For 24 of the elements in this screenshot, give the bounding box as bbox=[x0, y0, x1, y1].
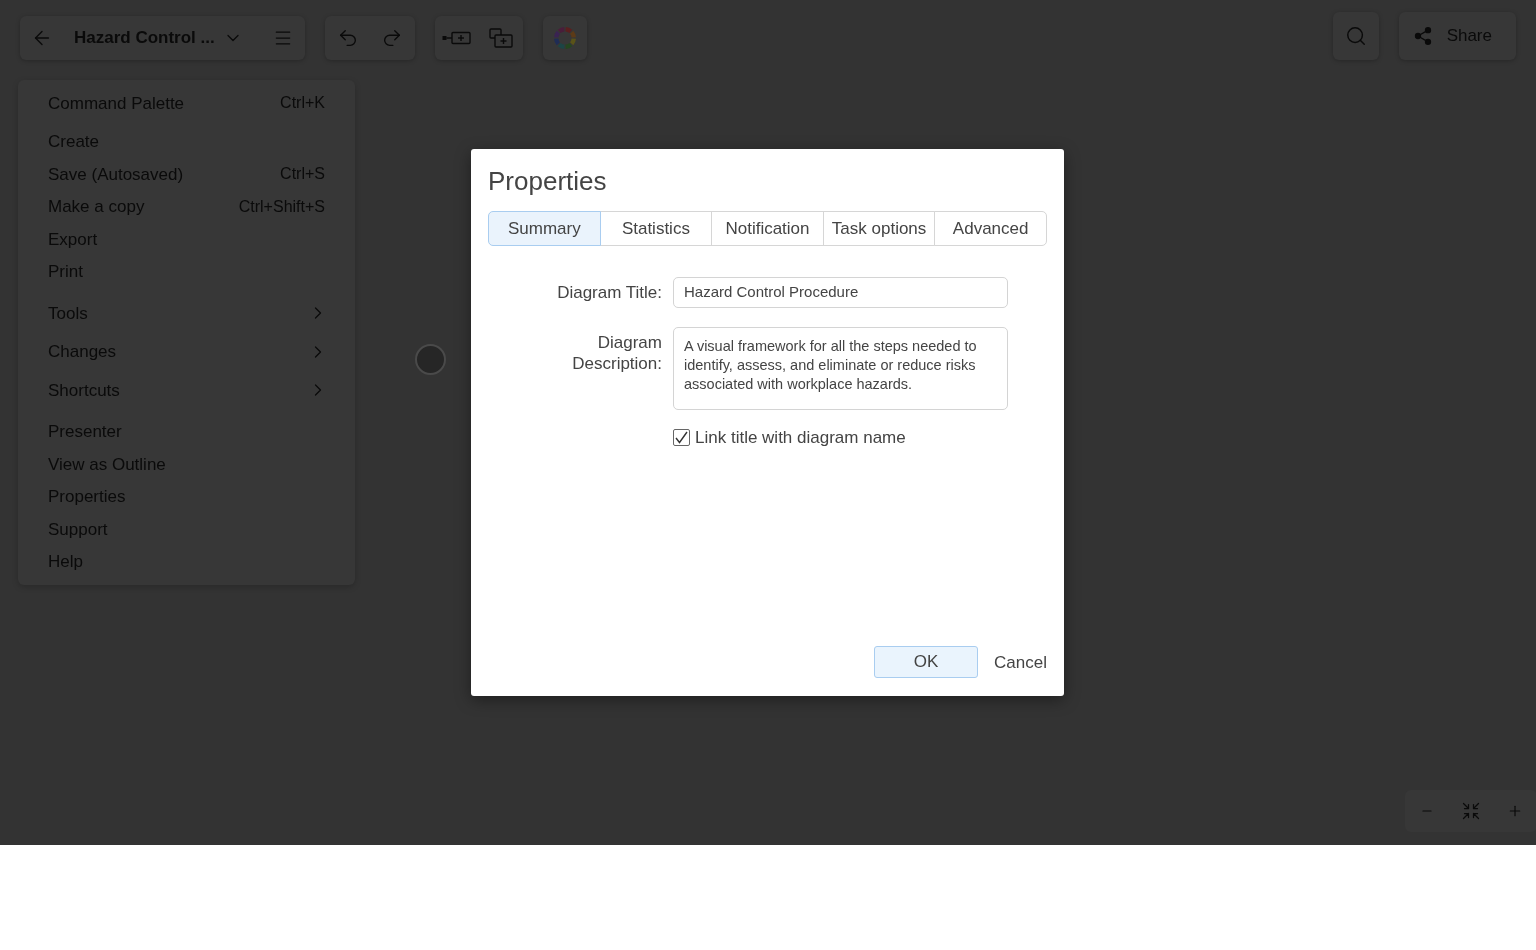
tab[interactable]: Advanced bbox=[934, 211, 1047, 246]
tab[interactable]: Statistics bbox=[599, 211, 713, 246]
tab[interactable]: Task options bbox=[822, 211, 936, 246]
field-label: Diagram Title: bbox=[557, 282, 662, 303]
cancel-button[interactable]: Cancel bbox=[994, 647, 1047, 679]
checkmark-icon bbox=[675, 431, 688, 445]
color-wheel-icon bbox=[554, 27, 576, 49]
checkbox[interactable] bbox=[673, 429, 690, 447]
checkbox-label: Link title with diagram name bbox=[695, 427, 906, 449]
dot-linked-box-plus-icon bbox=[442, 31, 472, 45]
field-label: Diagram Description: bbox=[571, 332, 662, 374]
undo-icon bbox=[337, 27, 359, 49]
search-icon bbox=[1344, 25, 1367, 47]
tab[interactable]: Summary bbox=[488, 211, 601, 246]
stacked-boxes-plus-icon bbox=[489, 28, 513, 48]
plus-icon bbox=[1507, 803, 1523, 819]
shrink-arrows-icon bbox=[1461, 801, 1481, 821]
dialog-title: Properties bbox=[488, 165, 607, 198]
redo-icon bbox=[381, 27, 403, 49]
description-text-field[interactable]: A visual framework for all the steps needed to identify, assess, and eliminate or reduce risks associated with workplace hazards. bbox=[673, 327, 1008, 410]
title-input-field[interactable]: Hazard Control Procedure bbox=[673, 277, 1008, 308]
ok-button[interactable]: OK bbox=[874, 645, 979, 678]
share-icon bbox=[1412, 26, 1433, 46]
tab[interactable]: Notification bbox=[711, 211, 824, 246]
